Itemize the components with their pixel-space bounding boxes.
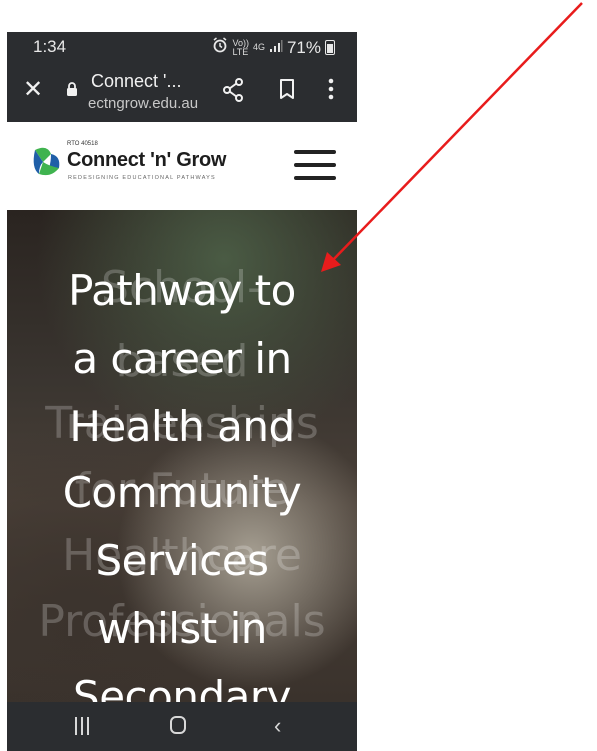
recent-apps-icon[interactable] bbox=[74, 717, 90, 735]
share-icon[interactable] bbox=[222, 78, 244, 107]
status-time: 1:34 bbox=[33, 37, 67, 56]
hero-heading-line: Community bbox=[62, 468, 302, 517]
status-icons: Vo)) LTE 4G 71% bbox=[212, 37, 335, 58]
page-title[interactable]: Connect '... bbox=[91, 71, 181, 92]
home-icon[interactable] bbox=[170, 716, 186, 734]
hero-heading-line: Pathway to bbox=[68, 266, 296, 315]
close-tab-icon[interactable]: ✕ bbox=[23, 78, 43, 102]
rto-number: RTO 40518 bbox=[67, 141, 98, 147]
battery-percent: 71% bbox=[286, 37, 321, 57]
hero-heading-line: a career in bbox=[72, 334, 292, 383]
battery-icon bbox=[325, 40, 335, 55]
more-options-icon[interactable] bbox=[327, 76, 335, 107]
browser-toolbar: ✕ Connect '... ectngrow.edu.au bbox=[7, 62, 357, 122]
brand-tagline: REDESIGNING EDUCATIONAL PATHWAYS bbox=[68, 175, 216, 181]
back-icon[interactable]: ‹ bbox=[274, 713, 281, 739]
status-bar: 1:34 Vo)) LTE 4G 71% bbox=[7, 32, 357, 62]
hero-heading-line: Secondary bbox=[73, 672, 291, 702]
brand-name[interactable]: Connect 'n' Grow bbox=[67, 149, 226, 172]
site-header: RTO 40518 Connect 'n' Grow REDESIGNING E… bbox=[7, 122, 357, 210]
phone-screen: 1:34 Vo)) LTE 4G 71% ✕ Connect '... ectn… bbox=[7, 32, 357, 751]
hero-heading-line: Services bbox=[95, 536, 269, 585]
hero-heading-line: Health and bbox=[69, 402, 295, 451]
lock-icon[interactable] bbox=[66, 82, 78, 101]
hero-heading: Pathway to a career in Health and Commun… bbox=[7, 210, 357, 702]
alarm-icon bbox=[212, 37, 228, 58]
hero-heading-line: whilst in bbox=[97, 604, 267, 653]
system-navigation-bar: ‹ bbox=[7, 702, 357, 751]
signal-icon bbox=[269, 38, 283, 58]
hero-banner: School- based Traineeships for Future He… bbox=[7, 210, 357, 702]
hamburger-menu-icon[interactable] bbox=[294, 150, 336, 180]
connect-n-grow-logo-icon[interactable] bbox=[29, 142, 65, 185]
network-type: 4G bbox=[252, 42, 265, 52]
lte-indicator: LTE bbox=[232, 46, 249, 57]
url-text[interactable]: ectngrow.edu.au bbox=[88, 95, 198, 112]
bookmark-icon[interactable] bbox=[278, 78, 296, 105]
